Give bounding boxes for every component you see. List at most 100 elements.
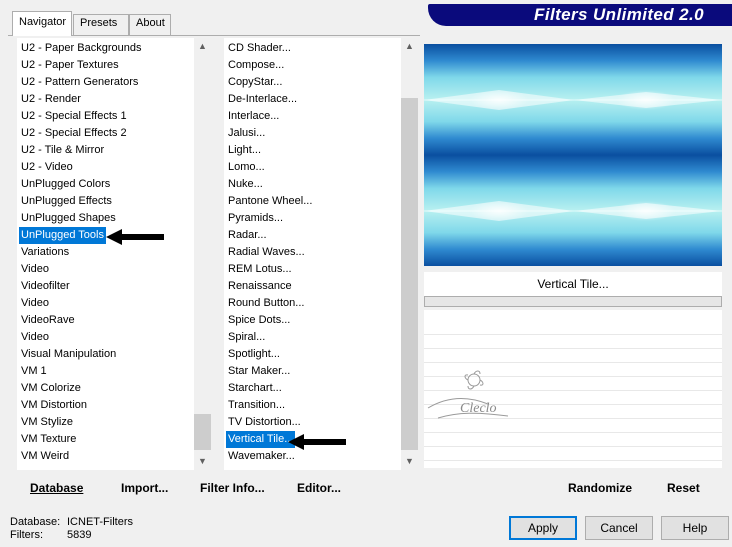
list-item[interactable]: UnPlugged Effects: [19, 193, 141, 210]
editor-button[interactable]: Editor...: [297, 481, 341, 495]
list-item[interactable]: VM Weird: [19, 448, 141, 465]
list-item-label: UnPlugged Colors: [21, 178, 111, 190]
list-item[interactable]: Video: [19, 295, 141, 312]
list-item-label: U2 - Special Effects 1: [21, 110, 127, 122]
list-item-label: Video: [21, 331, 49, 343]
list-item[interactable]: Jalusi...: [226, 125, 312, 142]
scrollbar-thumb[interactable]: [401, 98, 418, 450]
help-button[interactable]: Help: [661, 516, 729, 540]
list-item-label: Visual Manipulation: [21, 348, 117, 360]
randomize-button[interactable]: Randomize: [568, 481, 632, 495]
list-item[interactable]: U2 - Paper Textures: [19, 57, 141, 74]
list-item-label: Video: [21, 297, 49, 309]
list-item-label: U2 - Tile & Mirror: [21, 144, 105, 156]
watermark-text: Cleclo: [460, 401, 497, 416]
list-item-label: Starchart...: [228, 382, 282, 394]
list-item[interactable]: Nuke...: [226, 176, 312, 193]
list-item[interactable]: Pantone Wheel...: [226, 193, 312, 210]
list-item[interactable]: Radar...: [226, 227, 312, 244]
list-item-label: CopyStar...: [228, 76, 283, 88]
filter-info-button[interactable]: Filter Info...: [200, 481, 265, 495]
list-item[interactable]: UnPlugged Shapes: [19, 210, 141, 227]
list-item[interactable]: Spotlight...: [226, 346, 312, 363]
list-item[interactable]: Video: [19, 329, 141, 346]
scrollbar-thumb[interactable]: [194, 414, 211, 450]
list-item[interactable]: REM Lotus...: [226, 261, 312, 278]
filter-list[interactable]: CD Shader... Compose... CopyStar... De-Inte…: [224, 38, 401, 470]
list-item-label: U2 - Render: [21, 93, 81, 105]
list-item[interactable]: De-Interlace...: [226, 91, 312, 108]
list-item[interactable]: Wavemaker...: [226, 448, 312, 465]
scroll-down-icon[interactable]: ▼: [401, 453, 418, 470]
list-item[interactable]: CD Shader...: [226, 40, 312, 57]
list-item[interactable]: Star Maker...: [226, 363, 312, 380]
category-scrollbar[interactable]: ▲ ▼: [194, 38, 211, 470]
database-label: Database:: [10, 516, 61, 528]
scroll-up-icon[interactable]: ▲: [194, 38, 211, 55]
list-item[interactable]: TV Distortion...: [226, 414, 312, 431]
list-item[interactable]: VM Colorize: [19, 380, 141, 397]
list-item[interactable]: Light...: [226, 142, 312, 159]
list-item-label: Spiral...: [228, 331, 266, 343]
list-item[interactable]: Videofilter: [19, 278, 141, 295]
import-button[interactable]: Import...: [121, 481, 168, 495]
category-list[interactable]: U2 - Paper Backgrounds U2 - Paper Texture…: [17, 38, 194, 470]
list-item-label: Compose...: [228, 59, 285, 71]
list-item[interactable]: VM Stylize: [19, 414, 141, 431]
tab-about[interactable]: About: [129, 14, 171, 35]
list-item[interactable]: Video: [19, 261, 141, 278]
list-item[interactable]: U2 - Special Effects 2: [19, 125, 141, 142]
list-item-label: De-Interlace...: [228, 93, 298, 105]
list-item[interactable]: Renaissance: [226, 278, 312, 295]
list-item[interactable]: Transition...: [226, 397, 312, 414]
list-item-label: VM Distortion: [21, 399, 88, 411]
app-title: Filters Unlimited 2.0: [534, 5, 704, 24]
list-item[interactable]: Round Button...: [226, 295, 312, 312]
watermark-logo: Cleclo: [427, 370, 509, 419]
scroll-up-icon[interactable]: ▲: [401, 38, 418, 55]
list-item[interactable]: VM Distortion: [19, 397, 141, 414]
list-item[interactable]: VM 1: [19, 363, 141, 380]
list-item[interactable]: Spice Dots...: [226, 312, 312, 329]
list-item[interactable]: Variations: [19, 244, 141, 261]
list-item[interactable]: U2 - Video: [19, 159, 141, 176]
scroll-down-icon[interactable]: ▼: [194, 453, 211, 470]
tab-navigator[interactable]: Navigator: [12, 11, 72, 36]
list-item[interactable]: U2 - Special Effects 1: [19, 108, 141, 125]
list-item[interactable]: VM Texture: [19, 431, 141, 448]
apply-button[interactable]: Apply: [509, 516, 577, 540]
list-item-label: Transition...: [228, 399, 286, 411]
list-item[interactable]: UnPlugged Colors: [19, 176, 141, 193]
list-item[interactable]: U2 - Pattern Generators: [19, 74, 141, 91]
list-item[interactable]: Pyramids...: [226, 210, 312, 227]
tab-presets[interactable]: Presets: [73, 14, 129, 35]
list-item-label: U2 - Video: [21, 161, 73, 173]
filter-preview: [424, 44, 722, 266]
list-item[interactable]: Starchart...: [226, 380, 312, 397]
list-item-label: Pyramids...: [228, 212, 284, 224]
list-item-label: Star Maker...: [228, 365, 291, 377]
list-item[interactable]: Compose...: [226, 57, 312, 74]
list-item-label: UnPlugged Tools: [19, 227, 106, 244]
list-item[interactable]: Spiral...: [226, 329, 312, 346]
list-item[interactable]: Interlace...: [226, 108, 312, 125]
list-item[interactable]: U2 - Render: [19, 91, 141, 108]
list-item-label: Interlace...: [228, 110, 280, 122]
list-item[interactable]: VideoRave: [19, 312, 141, 329]
database-button[interactable]: Database: [30, 481, 83, 495]
list-item[interactable]: Lomo...: [226, 159, 312, 176]
list-item[interactable]: U2 - Tile & Mirror: [19, 142, 141, 159]
list-item-label: Pantone Wheel...: [228, 195, 313, 207]
list-item-label: U2 - Paper Textures: [21, 59, 119, 71]
list-item[interactable]: CopyStar...: [226, 74, 312, 91]
list-item[interactable]: Visual Manipulation: [19, 346, 141, 363]
list-item-label: UnPlugged Shapes: [21, 212, 116, 224]
cancel-button[interactable]: Cancel: [585, 516, 653, 540]
list-item-label: Videofilter: [21, 280, 70, 292]
list-item[interactable]: U2 - Paper Backgrounds: [19, 40, 141, 57]
list-item-label: REM Lotus...: [228, 263, 292, 275]
filter-scrollbar[interactable]: ▲ ▼: [401, 38, 418, 470]
list-item[interactable]: Radial Waves...: [226, 244, 312, 261]
reset-button[interactable]: Reset: [667, 481, 700, 495]
progress-bar: [424, 296, 722, 307]
